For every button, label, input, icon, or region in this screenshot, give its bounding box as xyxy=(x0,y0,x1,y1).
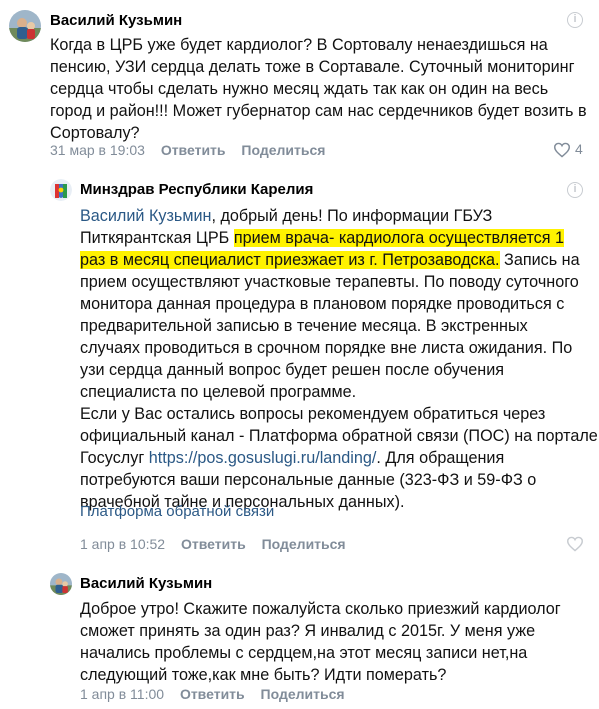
reply-button[interactable]: Ответить xyxy=(161,142,226,158)
highlighted-text: прием врача- кардиолога осуществляется 1 xyxy=(233,229,565,247)
comment-line: сердца чтобы сделать нужно месяц ждать т… xyxy=(50,80,549,98)
org-avatar[interactable] xyxy=(50,179,72,201)
comment-line: узи сердца данный вопрос будет решен пос… xyxy=(80,361,505,379)
comment-meta: 31 мар в 19:03 Ответить Поделиться xyxy=(50,142,337,158)
comment-date[interactable]: 1 апр в 11:00 xyxy=(80,686,164,702)
share-button[interactable]: Поделиться xyxy=(261,686,345,702)
comment-line: сможет принять за один раз? Я инвалид с … xyxy=(80,622,536,640)
comment-line: Сортовалу? xyxy=(50,124,140,142)
info-icon[interactable]: i xyxy=(567,12,583,28)
comment-line: монитора данная процедура в плановом пор… xyxy=(80,295,565,313)
comment-author[interactable]: Минздрав Республики Карелия xyxy=(80,181,313,198)
text-fragment: Госуслуг xyxy=(80,449,149,467)
gosuslugi-link[interactable]: https://pos.gosuslugi.ru/landing/ xyxy=(149,449,377,467)
heart-icon xyxy=(566,536,584,552)
info-icon[interactable]: i xyxy=(567,182,583,198)
share-button[interactable]: Поделиться xyxy=(262,536,346,552)
user-avatar[interactable] xyxy=(9,10,41,42)
user-avatar[interactable] xyxy=(50,573,72,595)
reply-button[interactable]: Ответить xyxy=(181,536,246,552)
comment-1: Василий Кузьмин i Когда в ЦРБ уже будет … xyxy=(0,0,599,165)
comment-line: Когда в ЦРБ уже будет кардиолог? В Сорто… xyxy=(50,36,548,54)
share-button[interactable]: Поделиться xyxy=(241,142,325,158)
comment-text: Доброе утро! Скажите пожалуйста сколько … xyxy=(80,598,561,686)
comment-line: следующий тоже,как мне быть? Идти помера… xyxy=(80,666,447,684)
comment-line: специалиста по целевой программе. xyxy=(80,383,357,401)
highlighted-text: раз в месяц специалист приезжает из г. П… xyxy=(80,251,500,269)
comment-text: Василий Кузьмин, добрый день! По информа… xyxy=(80,205,598,513)
comment-3: Василий Кузьмин Доброе утро! Скажите пож… xyxy=(0,565,599,709)
comment-line: предварительной записью в течение месяца… xyxy=(80,317,528,335)
reply-button[interactable]: Ответить xyxy=(180,686,245,702)
like-button[interactable]: 4 xyxy=(553,141,583,158)
attachment-link[interactable]: Платформа обратной связи xyxy=(80,503,274,520)
comment-line: прием осуществляют участковые терапевты.… xyxy=(80,273,579,291)
text-fragment: Питкярантская ЦРБ xyxy=(80,229,234,247)
comment-meta: 1 апр в 11:00 Ответить Поделиться xyxy=(80,686,357,702)
text-fragment: Запись на xyxy=(499,251,580,269)
comment-meta: 1 апр в 10:52 Ответить Поделиться xyxy=(80,536,358,552)
text-fragment: , добрый день! По информации ГБУЗ xyxy=(211,207,493,225)
heart-icon xyxy=(553,142,571,158)
comment-text: Когда в ЦРБ уже будет кардиолог? В Сорто… xyxy=(50,34,587,144)
comment-line: город и район!!! Может губернатор сам на… xyxy=(50,102,587,120)
comment-author[interactable]: Василий Кузьмин xyxy=(80,575,212,592)
mention-link[interactable]: Василий Кузьмин xyxy=(80,207,211,225)
comment-line: пенсию, УЗИ сердца делать тоже в Сортава… xyxy=(50,58,575,76)
comment-line: потребуются ваши персональные данные (32… xyxy=(80,471,537,489)
comment-line: начались проблемы с сердцем,на этот меся… xyxy=(80,644,528,662)
comment-line: Доброе утро! Скажите пожалуйста сколько … xyxy=(80,600,561,618)
like-button[interactable] xyxy=(566,535,588,552)
comment-author[interactable]: Василий Кузьмин xyxy=(50,12,182,29)
comment-line: случаях проводиться в срочном порядке вн… xyxy=(80,339,573,357)
user-photo-icon xyxy=(50,573,72,595)
like-count: 4 xyxy=(575,141,583,157)
comment-2: Минздрав Республики Карелия i Василий Ку… xyxy=(0,170,599,565)
coat-of-arms-icon xyxy=(50,179,72,201)
comment-line: Если у Вас остались вопросы рекомендуем … xyxy=(80,405,546,423)
comment-date[interactable]: 31 мар в 19:03 xyxy=(50,142,145,158)
text-fragment: . Для обращения xyxy=(376,449,505,467)
comment-date[interactable]: 1 апр в 10:52 xyxy=(80,536,165,552)
comment-line: официальный канал - Платформа обратной с… xyxy=(80,427,598,445)
